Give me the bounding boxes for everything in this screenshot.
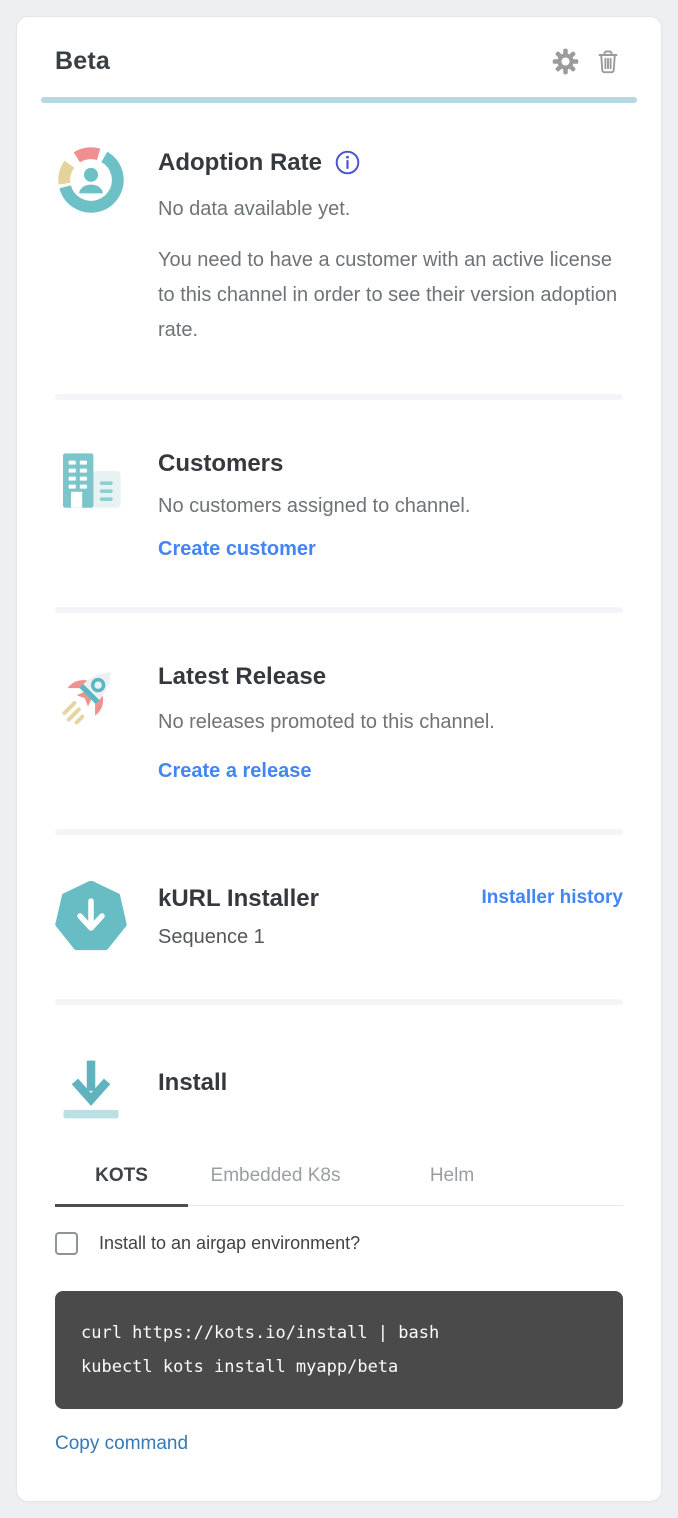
tab-kots[interactable]: KOTS (55, 1155, 188, 1205)
install-command-line-2: kubectl kots install myapp/beta (81, 1350, 597, 1384)
trash-icon[interactable] (595, 48, 621, 75)
kurl-installer-title: kURL Installer (158, 883, 319, 914)
installer-sequence: Sequence 1 (158, 926, 623, 949)
channel-accent-bar (41, 97, 637, 103)
install-tabs: KOTS Embedded K8s Helm (55, 1155, 623, 1206)
airgap-checkbox[interactable] (55, 1232, 78, 1255)
info-icon[interactable] (334, 149, 361, 176)
adoption-rate-icon (55, 145, 127, 215)
customers-title: Customers (158, 448, 623, 479)
install-title: Install (158, 1067, 623, 1098)
copy-command-link[interactable]: Copy command (55, 1433, 188, 1455)
gear-icon[interactable] (552, 48, 579, 75)
airgap-option: Install to an airgap environment? (55, 1232, 623, 1255)
channel-title: Beta (55, 47, 110, 76)
section-divider (55, 607, 623, 613)
card-content: Adoption Rate No data available yet. You… (17, 145, 661, 1501)
install-download-icon (55, 1051, 127, 1127)
latest-release-title: Latest Release (158, 661, 623, 692)
adoption-empty-body: You need to have a customer with an acti… (158, 243, 623, 348)
kurl-installer-icon (55, 881, 127, 953)
install-section-header: Install (55, 1051, 623, 1127)
create-release-link[interactable]: Create a release (158, 760, 311, 783)
card-header: Beta (17, 17, 661, 76)
customers-empty-text: No customers assigned to channel. (158, 489, 623, 524)
header-actions (552, 48, 621, 75)
airgap-label[interactable]: Install to an airgap environment? (99, 1233, 360, 1254)
customers-icon (55, 446, 127, 520)
latest-release-section: Latest Release No releases promoted to t… (55, 659, 623, 782)
adoption-rate-title: Adoption Rate (158, 147, 322, 178)
install-command-line-1: curl https://kots.io/install | bash (81, 1316, 597, 1350)
release-empty-text: No releases promoted to this channel. (158, 705, 623, 740)
customers-section: Customers No customers assigned to chann… (55, 446, 623, 561)
adoption-rate-section: Adoption Rate No data available yet. You… (55, 145, 623, 348)
kurl-installer-section: kURL Installer Installer history Sequenc… (55, 881, 623, 953)
install-command-block[interactable]: curl https://kots.io/install | bash kube… (55, 1291, 623, 1409)
section-divider (55, 829, 623, 835)
tab-helm[interactable]: Helm (363, 1155, 541, 1205)
rocket-icon (55, 659, 127, 737)
tab-embedded-k8s[interactable]: Embedded K8s (188, 1155, 363, 1205)
create-customer-link[interactable]: Create customer (158, 538, 316, 561)
installer-history-link[interactable]: Installer history (482, 887, 624, 909)
adoption-empty-title: No data available yet. (158, 192, 623, 227)
channel-card: Beta (16, 16, 662, 1502)
section-divider (55, 394, 623, 400)
section-divider (55, 999, 623, 1005)
